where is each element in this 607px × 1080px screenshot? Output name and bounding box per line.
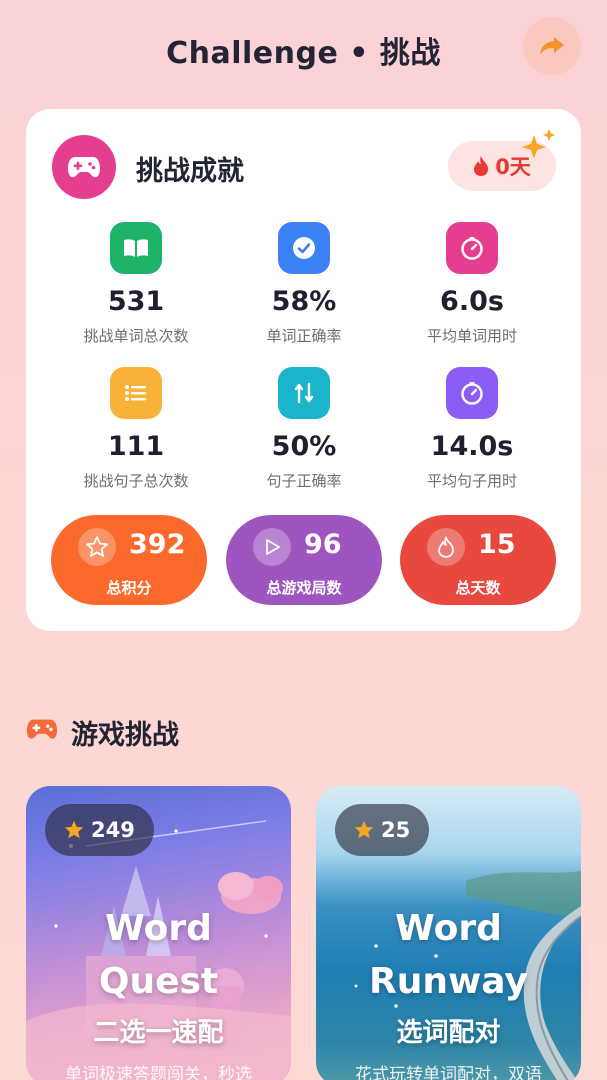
- stat-word-attempts: 531 挑战单词总次数: [51, 222, 221, 346]
- stat-word-accuracy: 58% 单词正确率: [219, 222, 389, 346]
- game-subtitle: 二选一速配: [93, 1018, 224, 1048]
- stat-label: 句子正确率: [266, 472, 342, 490]
- stat-sentence-accuracy: 50% 句子正确率: [219, 367, 389, 491]
- stat-value: 111: [107, 431, 165, 462]
- pill-value: 392: [129, 529, 186, 560]
- game-title-line1: Word: [105, 908, 212, 949]
- check-circle-icon: [293, 237, 315, 259]
- stat-word-avg-time: 6.0s 平均单词用时: [387, 222, 557, 346]
- pill-value: 96: [304, 529, 342, 560]
- star-outline-icon: [86, 536, 108, 557]
- timer-icon: [461, 382, 483, 405]
- total-games-pill: 96 总游戏局数: [226, 515, 382, 605]
- stat-icon-badge: [278, 222, 330, 274]
- achievements-icon-badge: [52, 135, 116, 199]
- flame-icon: [438, 536, 454, 558]
- pill-label: 总积分: [106, 579, 152, 597]
- stat-label: 挑战单词总次数: [83, 327, 189, 345]
- list-icon: [125, 385, 146, 401]
- book-icon: [124, 239, 148, 257]
- stat-label: 平均句子用时: [426, 472, 517, 490]
- flame-icon: [474, 156, 489, 176]
- game-title-line1: Word: [395, 908, 502, 949]
- achievements-card: 挑战成就 0天 531 挑战单词总次数 58% 单词正确率 6.0s 平均单词用…: [26, 109, 581, 631]
- pill-value: 15: [478, 529, 516, 560]
- stars-count: 25: [381, 818, 411, 842]
- game-title-line2: Runway: [369, 961, 528, 1002]
- sparkle-icon: [522, 129, 555, 159]
- game-subtitle: 选词配对: [396, 1018, 501, 1048]
- stars-badge: 25: [335, 804, 430, 856]
- star-icon: [64, 820, 84, 839]
- total-points-pill: 392 总积分: [51, 515, 207, 605]
- stars-badge: 249: [45, 804, 154, 856]
- stars-count: 249: [91, 818, 135, 842]
- play-icon: [266, 539, 280, 555]
- stat-icon-badge: [446, 367, 498, 419]
- share-button[interactable]: [523, 17, 581, 75]
- share-forward-icon: [540, 37, 564, 55]
- stat-value: 6.0s: [440, 286, 504, 317]
- stat-icon-badge: [446, 222, 498, 274]
- stat-icon-badge: [110, 222, 162, 274]
- page-title: Challenge • 挑战: [166, 36, 441, 71]
- header: Challenge • 挑战: [0, 0, 607, 95]
- stat-label: 挑战句子总次数: [83, 472, 189, 490]
- game-description: 花式玩转单词配对，双语: [355, 1065, 542, 1080]
- stat-label: 平均单词用时: [426, 327, 517, 345]
- stat-icon-badge: [278, 367, 330, 419]
- stat-sentence-attempts: 111 挑战句子总次数: [51, 367, 221, 491]
- pill-icon-badge: [78, 528, 116, 566]
- stat-value: 50%: [271, 431, 337, 462]
- stat-label: 单词正确率: [266, 327, 342, 345]
- stat-value: 58%: [271, 286, 337, 317]
- stat-sentence-avg-time: 14.0s 平均句子用时: [387, 367, 557, 491]
- pill-icon-badge: [253, 528, 291, 566]
- game-title-line2: Quest: [98, 961, 219, 1002]
- pill-icon-badge: [427, 528, 465, 566]
- gamepad-icon: [26, 719, 58, 739]
- gamepad-icon: [68, 157, 100, 178]
- game-card-word-runway[interactable]: 25 Word Runway 选词配对 花式玩转单词配对，双语: [316, 786, 581, 1080]
- pill-label: 总天数: [455, 579, 501, 597]
- section-title: 游戏挑战: [71, 720, 179, 751]
- game-description: 单词极速答题闯关，秒选: [65, 1065, 252, 1080]
- stat-value: 14.0s: [430, 431, 514, 462]
- stat-value: 531: [107, 286, 165, 317]
- star-icon: [354, 820, 374, 839]
- pill-label: 总游戏局数: [266, 579, 342, 597]
- achievements-title: 挑战成就: [136, 156, 244, 187]
- game-card-word-quest[interactable]: 249 Word Quest 二选一速配 单词极速答题闯关，秒选: [26, 786, 291, 1080]
- timer-icon: [461, 237, 483, 260]
- total-days-pill: 15 总天数: [400, 515, 556, 605]
- swap-icon: [294, 382, 314, 404]
- stat-icon-badge: [110, 367, 162, 419]
